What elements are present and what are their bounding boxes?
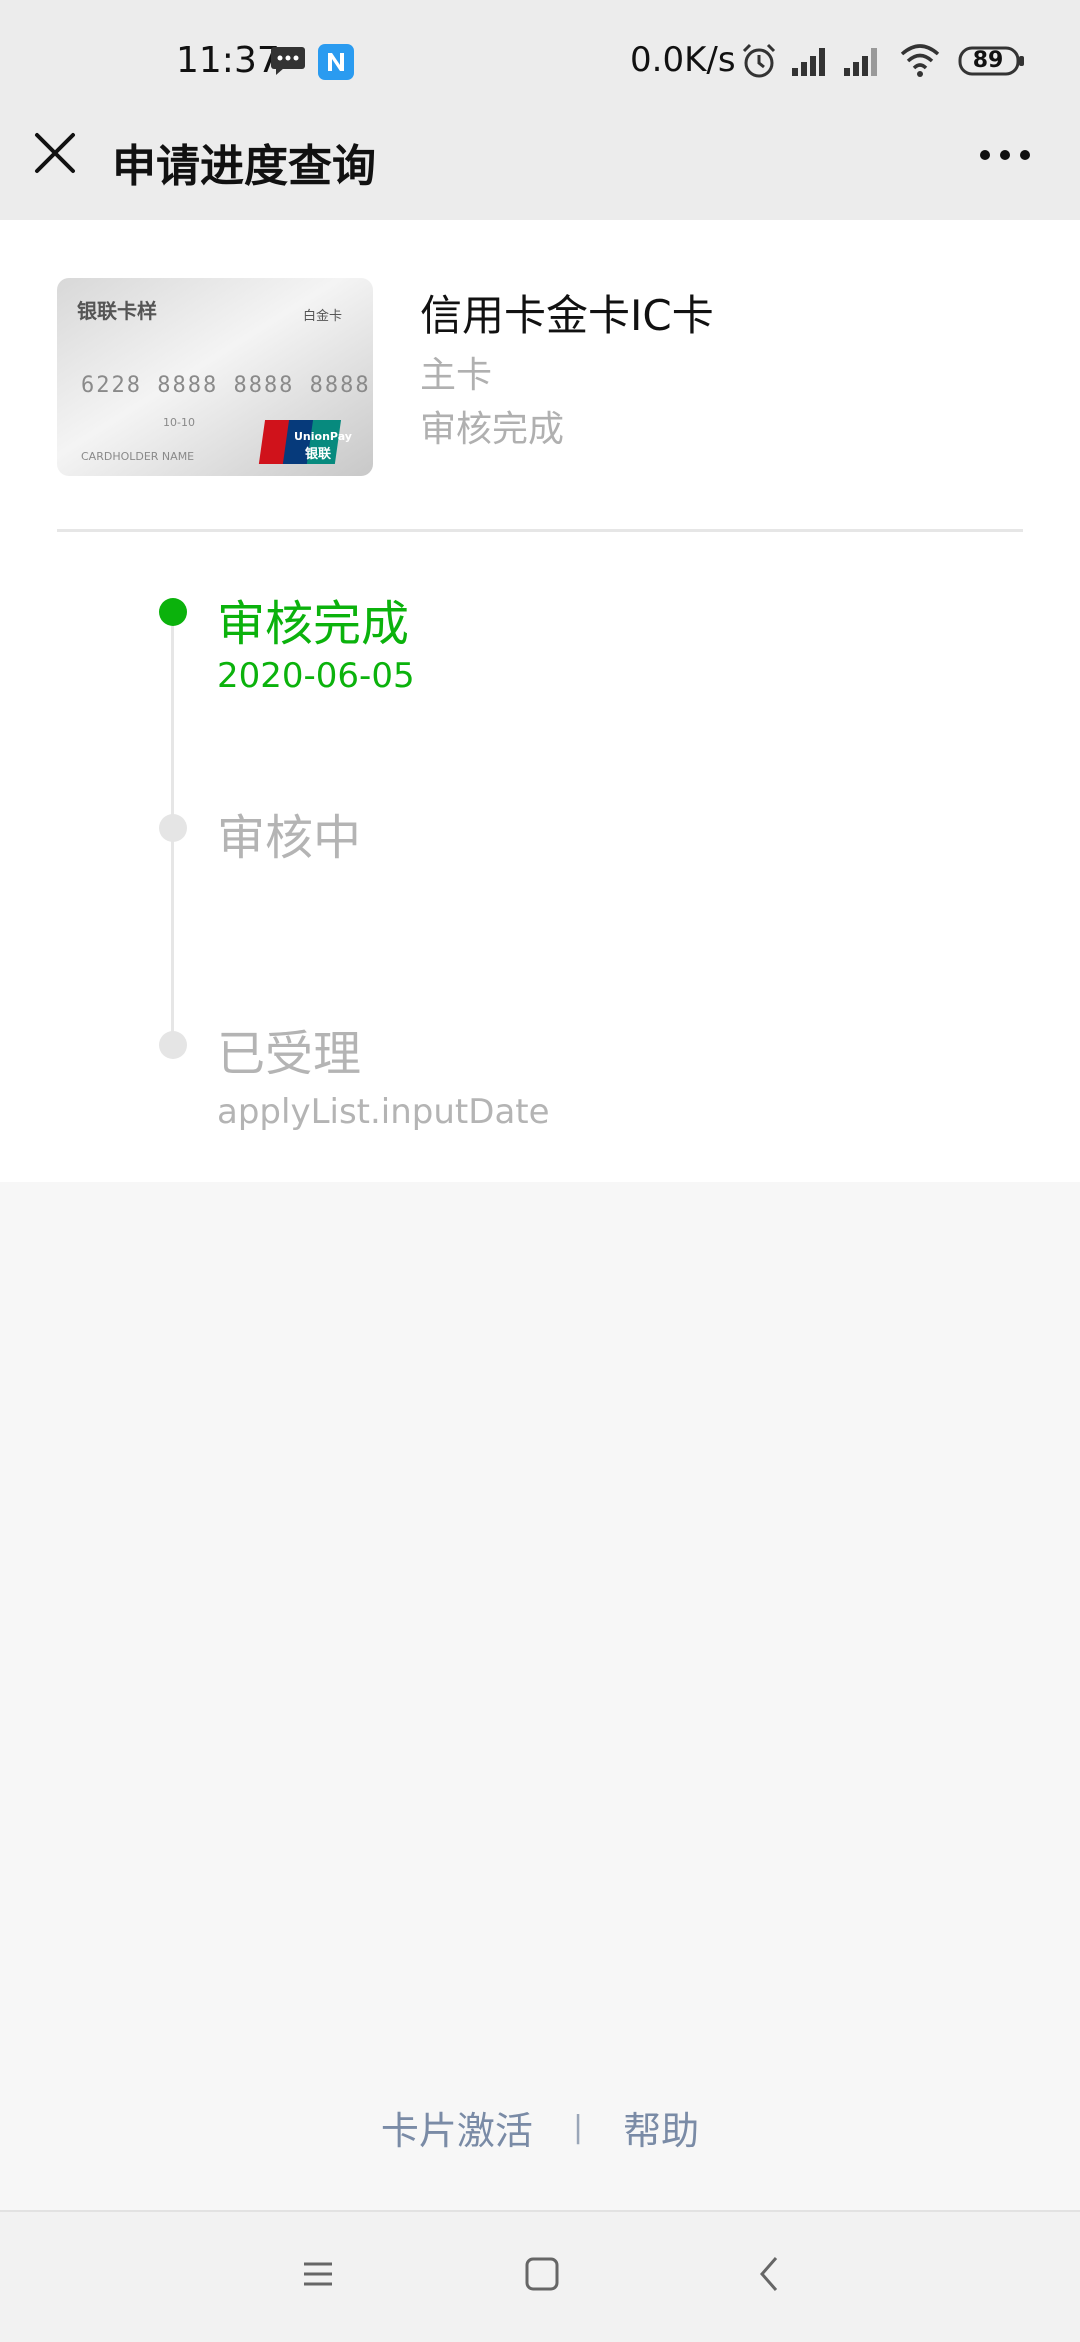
- svg-text:白金卡: 白金卡: [303, 308, 342, 324]
- help-link[interactable]: 帮助: [623, 2100, 699, 2155]
- back-icon[interactable]: [754, 2254, 784, 2294]
- svg-text:UnionPay: UnionPay: [294, 430, 352, 443]
- timeline-step-title: 审核完成: [217, 596, 410, 652]
- svg-text:银联卡样: 银联卡样: [77, 299, 157, 323]
- menu-icon[interactable]: [298, 2254, 338, 2294]
- card-name: 信用卡金卡IC卡: [420, 291, 714, 340]
- svg-text:10-10: 10-10: [163, 416, 195, 429]
- signal-icon: [844, 48, 877, 76]
- signal-icon: [792, 48, 825, 76]
- svg-text:6228 8888 8888 8888: 6228 8888 8888 8888: [81, 373, 371, 398]
- alarm-icon: [742, 43, 776, 78]
- svg-text:CARDHOLDER NAME: CARDHOLDER NAME: [81, 450, 194, 463]
- footer-links: 卡片激活 | 帮助: [0, 2100, 1080, 2155]
- home-icon[interactable]: [522, 2254, 562, 2294]
- divider: [57, 529, 1023, 532]
- timeline-step-date: 2020-06-05: [217, 656, 415, 696]
- battery-level: 89: [972, 48, 1004, 73]
- card-image: 银联卡样 白金卡 6228 8888 8888 8888 10-10 CARDH…: [57, 278, 373, 476]
- timeline-step-title: 已受理: [217, 1026, 362, 1082]
- timeline-step-date: applyList.inputDate: [217, 1092, 550, 1132]
- wifi-icon: [900, 44, 940, 77]
- message-icon: [271, 47, 305, 75]
- card-activation-link[interactable]: 卡片激活: [381, 2100, 533, 2155]
- net-speed: 0.0K/s: [630, 40, 736, 80]
- card-status: 审核完成: [420, 409, 565, 450]
- timeline-dot: [159, 1031, 187, 1059]
- page-title: 申请进度查询: [112, 141, 376, 192]
- timeline-dot-active: [159, 598, 187, 626]
- timeline-dot: [159, 814, 187, 842]
- close-icon[interactable]: [30, 128, 80, 178]
- svg-text:银联: 银联: [305, 446, 331, 462]
- app-n-icon: [318, 44, 354, 80]
- footer-separator: |: [572, 2110, 584, 2145]
- status-time: 11:37: [176, 40, 280, 81]
- timeline-step-title: 审核中: [217, 810, 362, 866]
- more-icon[interactable]: [978, 140, 1032, 170]
- card-type: 主卡: [420, 355, 493, 396]
